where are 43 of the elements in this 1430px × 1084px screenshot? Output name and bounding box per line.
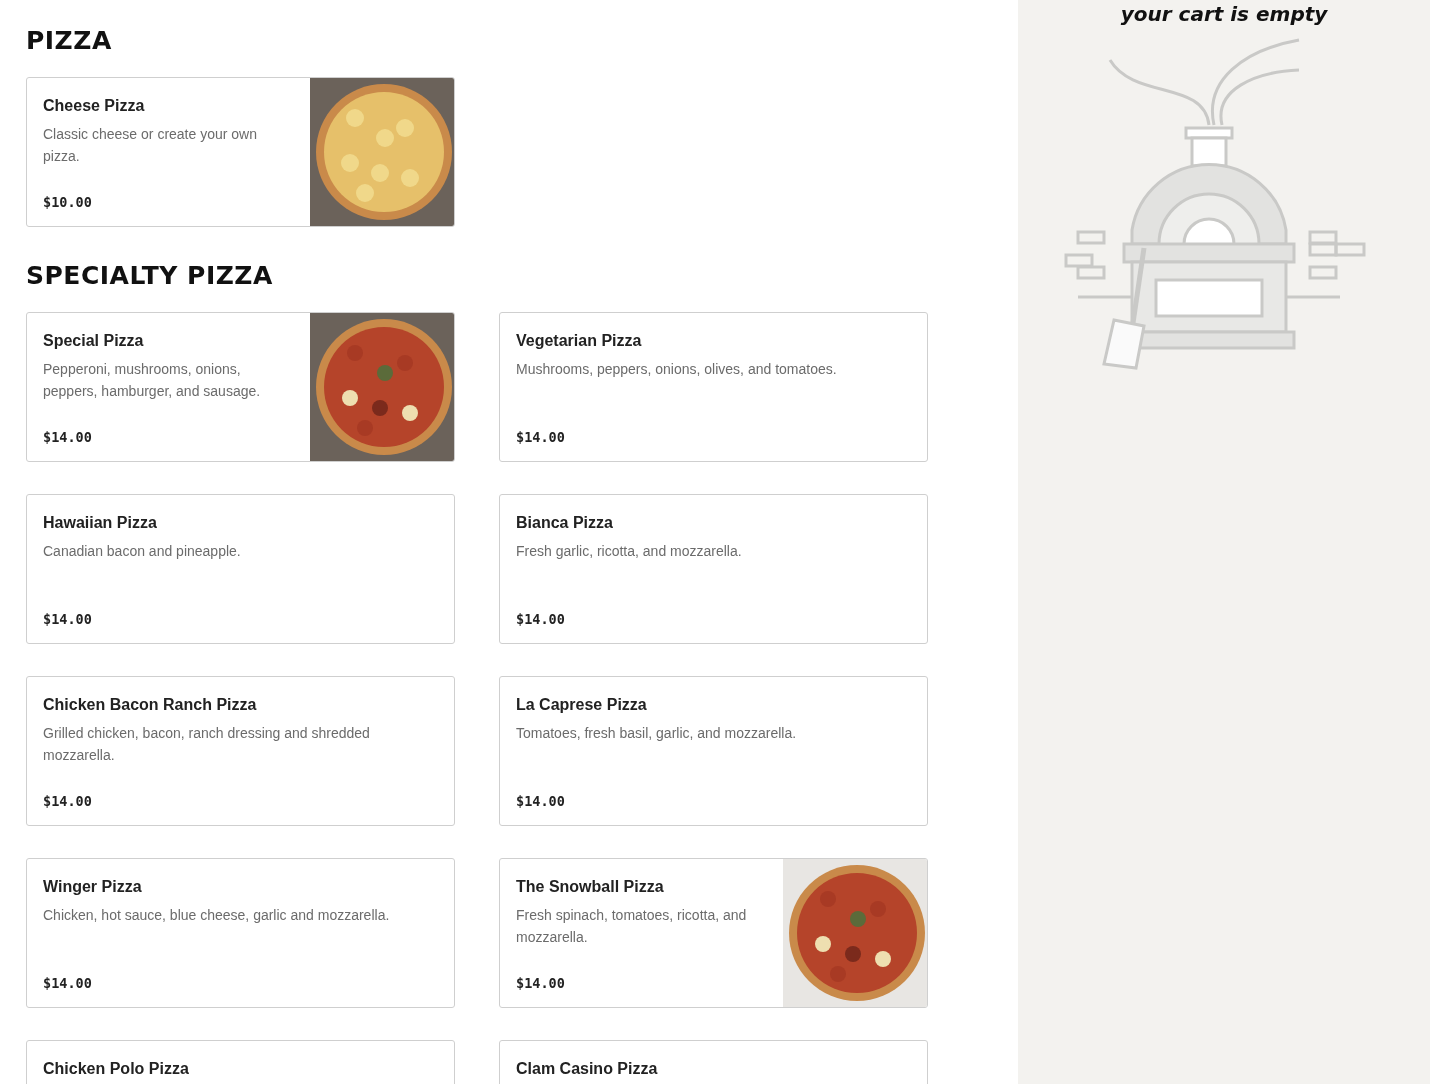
item-name: Cheese Pizza: [43, 97, 146, 115]
item-price: $14.00: [43, 611, 93, 627]
item-description: Tomatoes, fresh basil, garlic, and mozzarella.: [516, 724, 798, 743]
item-price: $14.00: [43, 793, 93, 809]
item-description: Canadian bacon and pineapple.: [43, 542, 242, 561]
empty-cart-message: your cart is empty: [1120, 2, 1328, 26]
item-price: $14.00: [516, 429, 566, 445]
item-name: The Snowball Pizza: [516, 878, 665, 896]
item-price: $14.00: [516, 793, 566, 809]
item-description: Fresh garlic, ricotta, and mozzarella.: [516, 542, 743, 561]
item-price: $10.00: [43, 194, 93, 210]
menu-item-card[interactable]: Vegetarian Pizza Mushrooms, peppers, onions, olives, and tomatoes. $14.00: [499, 312, 928, 462]
menu-item-card[interactable]: Special Pizza Pepperoni, mushrooms, onions, peppers, hamburger, and sausage. $14.00: [26, 312, 455, 462]
item-description: Pepperoni, mushrooms, onions, peppers, hamburger, and sausage.: [43, 360, 262, 401]
item-name: Vegetarian Pizza: [516, 332, 643, 350]
item-name: Bianca Pizza: [516, 514, 614, 532]
item-name: La Caprese Pizza: [516, 696, 648, 714]
menu-item-card[interactable]: Chicken Bacon Ranch Pizza Grilled chicken, bacon, ranch dressing and shredded mozzarella. $14.00: [26, 676, 455, 826]
item-description: Grilled chicken, bacon, ranch dressing and shredded mozzarella.: [43, 724, 371, 765]
item-description: Fresh spinach, tomatoes, ricotta, and mozzarella.: [516, 906, 748, 947]
item-name: Chicken Bacon Ranch Pizza: [43, 696, 258, 714]
item-name: Chicken Polo Pizza: [43, 1060, 190, 1078]
menu-item-card[interactable]: Cheese Pizza Classic cheese or create your own pizza. $10.00: [26, 77, 455, 227]
menu-item-card[interactable]: Winger Pizza Chicken, hot sauce, blue cheese, garlic and mozzarella. $14.00: [26, 858, 455, 1008]
section-heading: SPECIALTY PIZZA: [26, 260, 274, 292]
item-price: $14.00: [516, 975, 566, 991]
item-name: Hawaiian Pizza: [43, 514, 158, 532]
item-description: Chicken, hot sauce, blue cheese, garlic and mozzarella.: [43, 906, 391, 925]
menu-item-card[interactable]: Bianca Pizza Fresh garlic, ricotta, and mozzarella. $14.00: [499, 494, 928, 644]
item-price: $14.00: [516, 611, 566, 627]
item-name: Winger Pizza: [43, 878, 143, 896]
section-heading: PIZZA: [26, 25, 113, 57]
menu-item-card[interactable]: La Caprese Pizza Tomatoes, fresh basil, garlic, and mozzarella. $14.00: [499, 676, 928, 826]
menu-item-card[interactable]: Hawaiian Pizza Canadian bacon and pineapple. $14.00: [26, 494, 455, 644]
item-description: Classic cheese or create your own pizza.: [43, 125, 258, 166]
menu-item-card[interactable]: Clam Casino Pizza: [499, 1040, 928, 1084]
item-name: Special Pizza: [43, 332, 145, 350]
menu-item-card[interactable]: The Snowball Pizza Fresh spinach, tomatoes, ricotta, and mozzarella. $14.00: [499, 858, 928, 1008]
item-price: $14.00: [43, 975, 93, 991]
item-description: Mushrooms, peppers, onions, olives, and tomatoes.: [516, 360, 838, 379]
menu-item-card[interactable]: Chicken Polo Pizza: [26, 1040, 455, 1084]
item-name: Clam Casino Pizza: [516, 1060, 659, 1078]
item-price: $14.00: [43, 429, 93, 445]
